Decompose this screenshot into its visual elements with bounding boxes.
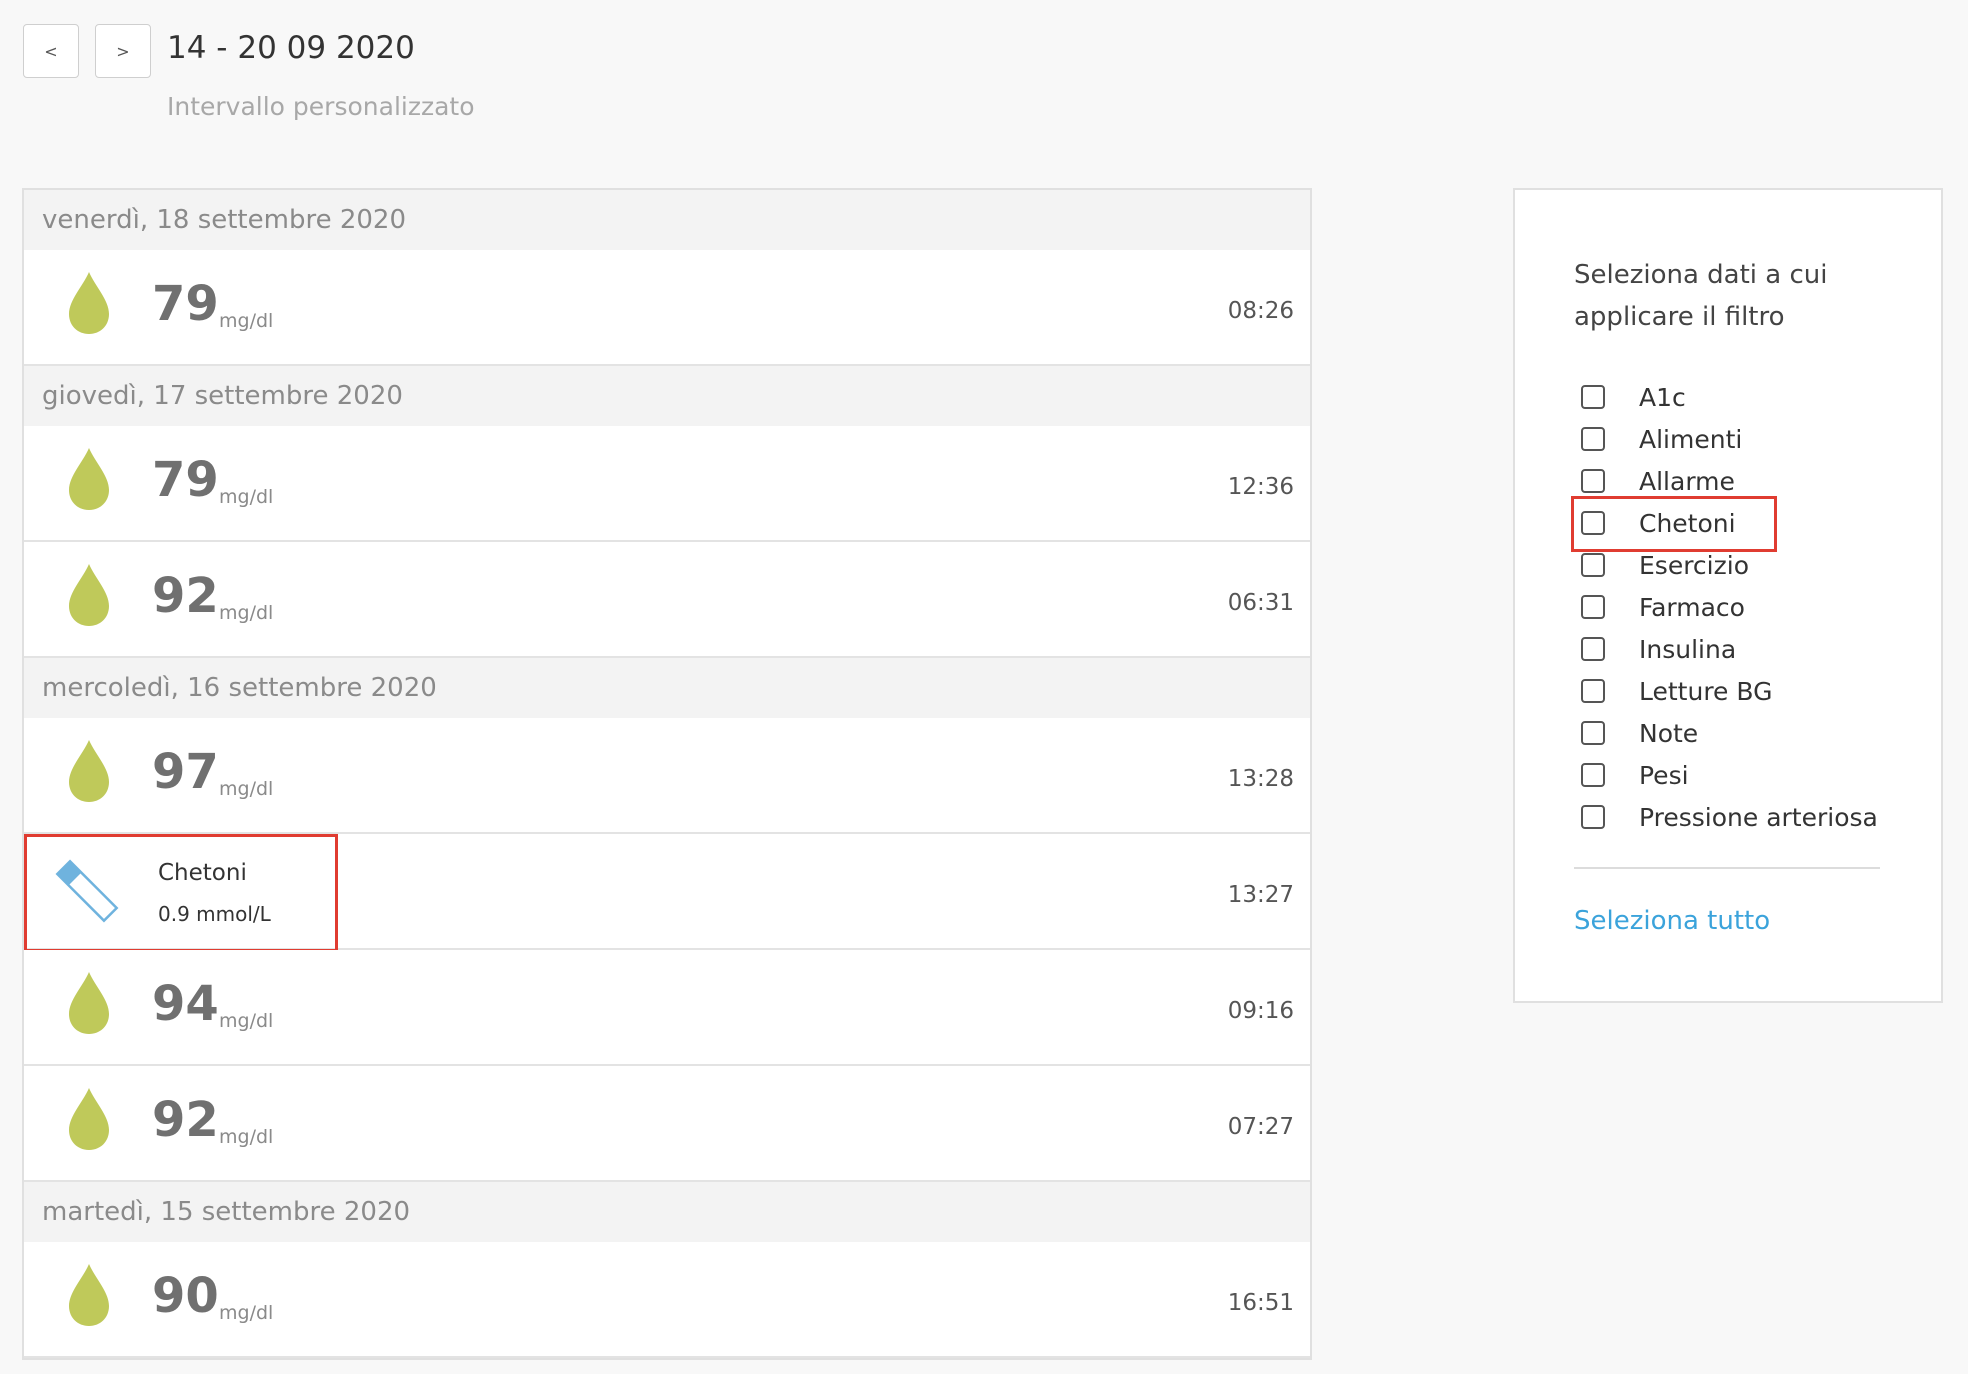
bg-value: 92 [152, 1092, 219, 1148]
filter-options: A1c Alimenti Allarme Chetoni Esercizio Farmac… [1581, 376, 1878, 838]
filter-option-alimenti[interactable]: Alimenti [1581, 418, 1878, 460]
entry-time: 13:27 [1227, 882, 1294, 908]
filter-option-label: Esercizio [1639, 550, 1749, 580]
previous-week-button[interactable]: < [23, 24, 79, 78]
entry-time: 07:27 [1227, 1114, 1294, 1140]
entry-time: 08:26 [1227, 298, 1294, 324]
filter-option-farmaco[interactable]: Farmaco [1581, 586, 1878, 628]
select-all-link[interactable]: Seleziona tutto [1574, 906, 1770, 936]
day-header: mercoledì, 16 settembre 2020 [24, 658, 1310, 718]
bg-unit: mg/dl [219, 1302, 274, 1324]
bg-reading-row[interactable]: 90 mg/dl 16:51 [24, 1242, 1310, 1358]
drop-icon [66, 562, 112, 628]
filter-option-label: Allarme [1639, 466, 1735, 496]
bg-value: 79 [152, 452, 219, 508]
bg-value: 94 [152, 976, 219, 1032]
entry-time: 06:31 [1227, 590, 1294, 616]
bg-value: 97 [152, 744, 219, 800]
filter-option-letture-bg[interactable]: Letture BG [1581, 670, 1878, 712]
filter-checkbox-insulina[interactable] [1581, 637, 1605, 661]
bg-unit: mg/dl [219, 778, 274, 800]
filter-option-allarme[interactable]: Allarme [1581, 460, 1878, 502]
filter-checkbox-pesi[interactable] [1581, 763, 1605, 787]
filter-option-note[interactable]: Note [1581, 712, 1878, 754]
entry-time: 09:16 [1227, 998, 1294, 1024]
filter-option-insulina[interactable]: Insulina [1581, 628, 1878, 670]
filter-checkbox-a1c[interactable] [1581, 385, 1605, 409]
date-range-title: 14 - 20 09 2020 [167, 30, 415, 66]
bg-value: 92 [152, 568, 219, 624]
filter-option-label: Insulina [1639, 634, 1737, 664]
filter-checkbox-alimenti[interactable] [1581, 427, 1605, 451]
drop-icon [66, 970, 112, 1036]
logbook-list: venerdì, 18 settembre 2020 79 mg/dl 08:26 gi… [22, 188, 1312, 1360]
drop-icon [66, 1262, 112, 1328]
filter-checkbox-esercizio[interactable] [1581, 553, 1605, 577]
bg-reading-row[interactable]: 79 mg/dl 08:26 [24, 250, 1310, 366]
filter-option-label: Note [1639, 718, 1699, 748]
filter-panel: Seleziona dati a cui applicare il filtro… [1513, 188, 1943, 1003]
filter-checkbox-letture-bg[interactable] [1581, 679, 1605, 703]
filter-checkbox-allarme[interactable] [1581, 469, 1605, 493]
test-strip-icon [52, 856, 122, 926]
bg-unit: mg/dl [219, 310, 274, 332]
filter-option-label: Pesi [1639, 760, 1689, 790]
ketone-value: 0.9 mmol/L [158, 902, 271, 926]
filter-option-a1c[interactable]: A1c [1581, 376, 1878, 418]
filter-option-label: Chetoni [1639, 508, 1736, 538]
bg-unit: mg/dl [219, 602, 274, 624]
bg-value: 79 [152, 276, 219, 332]
filter-option-pressione-arteriosa[interactable]: Pressione arteriosa [1581, 796, 1878, 838]
filter-option-label: A1c [1639, 382, 1686, 412]
filter-divider [1574, 867, 1880, 869]
filter-title: Seleziona dati a cui applicare il filtro [1574, 260, 1828, 332]
filter-checkbox-chetoni[interactable] [1581, 511, 1605, 535]
ketone-label: Chetoni [158, 860, 247, 886]
bg-reading-row[interactable]: 97 mg/dl 13:28 [24, 718, 1310, 834]
bg-unit: mg/dl [219, 1126, 274, 1148]
ketone-reading-row[interactable]: Chetoni 0.9 mmol/L 13:27 [24, 834, 1310, 952]
bg-reading-row[interactable]: 79 mg/dl 12:36 [24, 426, 1310, 542]
filter-option-esercizio[interactable]: Esercizio [1581, 544, 1878, 586]
filter-checkbox-pressione-arteriosa[interactable] [1581, 805, 1605, 829]
filter-option-pesi[interactable]: Pesi [1581, 754, 1878, 796]
day-header: martedì, 15 settembre 2020 [24, 1182, 1310, 1242]
bg-unit: mg/dl [219, 1010, 274, 1032]
filter-option-label: Pressione arteriosa [1639, 802, 1878, 832]
filter-checkbox-note[interactable] [1581, 721, 1605, 745]
bg-unit: mg/dl [219, 486, 274, 508]
drop-icon [66, 270, 112, 336]
drop-icon [66, 738, 112, 804]
filter-option-chetoni[interactable]: Chetoni [1581, 502, 1878, 544]
filter-option-label: Farmaco [1639, 592, 1745, 622]
filter-option-label: Alimenti [1639, 424, 1743, 454]
filter-checkbox-farmaco[interactable] [1581, 595, 1605, 619]
bg-reading-row[interactable]: 94 mg/dl 09:16 [24, 950, 1310, 1066]
entry-time: 12:36 [1227, 474, 1294, 500]
day-header: venerdì, 18 settembre 2020 [24, 190, 1310, 250]
bg-reading-row[interactable]: 92 mg/dl 07:27 [24, 1066, 1310, 1182]
drop-icon [66, 1086, 112, 1152]
next-week-button[interactable]: > [95, 24, 151, 78]
day-header: giovedì, 17 settembre 2020 [24, 366, 1310, 426]
drop-icon [66, 446, 112, 512]
date-range-subtitle: Intervallo personalizzato [167, 92, 475, 121]
bg-value: 90 [152, 1268, 219, 1324]
bg-reading-row[interactable]: 92 mg/dl 06:31 [24, 542, 1310, 658]
filter-option-label: Letture BG [1639, 676, 1773, 706]
entry-time: 16:51 [1227, 1290, 1294, 1316]
entry-time: 13:28 [1227, 766, 1294, 792]
